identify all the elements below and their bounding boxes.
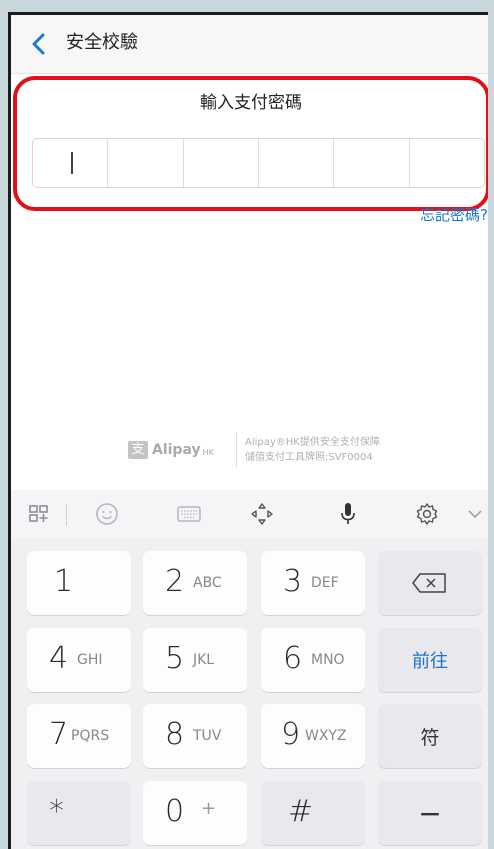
keyboard-icon[interactable] — [175, 500, 203, 528]
brand-info: Alipay®HK提供安全支付保障 儲值支付工具牌照:SVF0004 — [245, 437, 380, 463]
password-digit-cell[interactable] — [259, 139, 335, 187]
password-digit-cell[interactable] — [33, 139, 109, 187]
key-2[interactable]: 2 ABC — [143, 551, 247, 615]
alipay-logo: 支 Alipay HK — [128, 435, 224, 465]
backspace-key[interactable] — [378, 551, 482, 615]
page-title: 安全校驗 — [66, 32, 138, 53]
keyboard-toolbar — [11, 490, 488, 538]
dash-key[interactable]: − — [378, 781, 482, 845]
password-digit-cell[interactable] — [184, 139, 259, 187]
settings-icon[interactable] — [413, 500, 441, 528]
password-digit-cell[interactable] — [334, 139, 410, 187]
key-4[interactable]: 4 GHI — [27, 628, 131, 692]
key-7[interactable]: 7 PQRS — [27, 704, 131, 768]
forgot-password-link[interactable]: 忘記密碼? — [420, 205, 488, 225]
layout-icon[interactable] — [25, 500, 53, 528]
microphone-icon[interactable] — [334, 500, 362, 528]
password-input[interactable] — [32, 138, 485, 188]
key-asterisk[interactable]: * — [27, 781, 131, 845]
key-1[interactable]: 1 — [27, 551, 131, 615]
key-9[interactable]: 9 WXYZ — [261, 704, 365, 768]
go-key[interactable]: 前往 — [378, 628, 482, 692]
divider — [236, 432, 237, 468]
collapse-icon[interactable] — [461, 500, 488, 528]
key-8[interactable]: 8 TUV — [143, 704, 247, 768]
text-cursor — [71, 152, 73, 174]
password-prompt: 輸入支付密碼 — [200, 93, 302, 113]
key-0[interactable]: 0 + — [143, 781, 247, 845]
alipay-brand-footer: 支 Alipay HK Alipay®HK提供安全支付保障 儲值支付工具牌照:S… — [128, 428, 388, 472]
back-arrow-icon[interactable] — [29, 30, 49, 58]
app-screen: 安全校驗 輸入支付密碼 忘記密碼? 支 Alipay HK Alipay®HK提… — [8, 12, 488, 849]
top-bar: 安全校驗 — [11, 15, 488, 74]
cursor-move-icon[interactable] — [248, 500, 276, 528]
key-6[interactable]: 6 MNO — [261, 628, 365, 692]
emoji-icon[interactable] — [93, 500, 121, 528]
key-5[interactable]: 5 JKL — [143, 628, 247, 692]
key-hash[interactable]: # — [261, 781, 365, 845]
backspace-icon — [412, 573, 446, 593]
key-3[interactable]: 3 DEF — [261, 551, 365, 615]
alipay-logo-icon: 支 — [128, 441, 148, 459]
password-digit-cell[interactable] — [108, 139, 184, 187]
password-digit-cell[interactable] — [410, 139, 484, 187]
divider — [66, 504, 67, 526]
numeric-keyboard: 1 2 ABC 3 DEF 4 GHI 5 JKL 6 MNO 前往 7 PQR… — [11, 490, 488, 849]
symbol-key[interactable]: 符 — [378, 704, 482, 768]
